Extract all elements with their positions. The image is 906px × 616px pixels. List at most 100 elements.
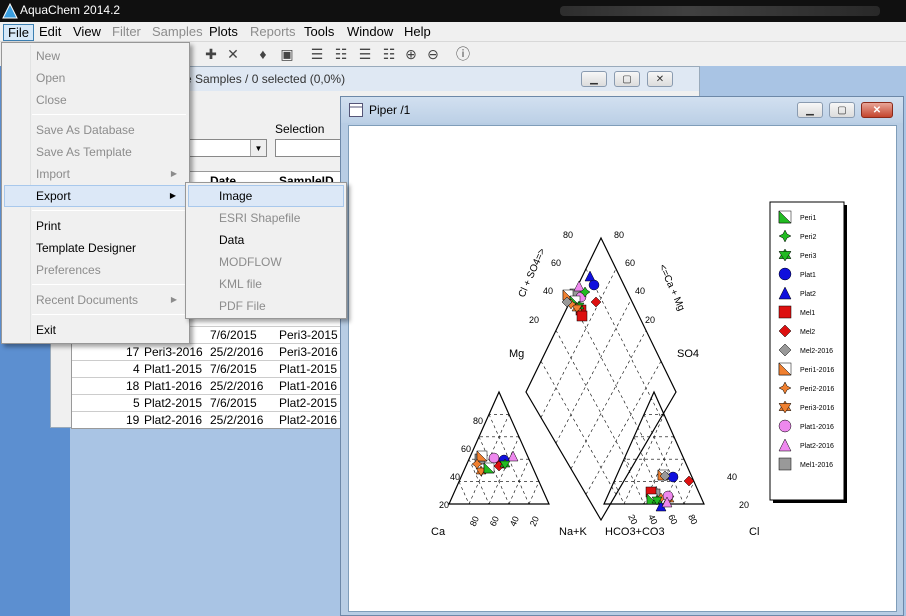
chevron-down-icon[interactable]: ▼ xyxy=(250,140,266,156)
label-hco3: HCO3+CO3 xyxy=(605,526,665,538)
diamond-tick: 20 xyxy=(529,315,539,325)
anion-tick: 40 xyxy=(646,513,659,526)
table-row[interactable]: 18 Plat1-2016 25/2/2016 Plat1-2016 xyxy=(72,377,340,394)
maximize-button[interactable]: ▢ xyxy=(614,71,640,87)
menu-help[interactable]: Help xyxy=(400,24,435,41)
row-name: Plat1-2015 xyxy=(144,362,203,376)
piper-plot-canvas: Mg SO4 Ca Na+K HCO3+CO3 Cl Cl + SO4=> <=Ca + Mg… xyxy=(348,125,897,612)
table-row[interactable]: 4 Plat1-2015 7/6/2015 Plat1-2015 xyxy=(72,360,340,377)
selection-field[interactable] xyxy=(275,139,345,157)
close-button[interactable]: ✕ xyxy=(647,71,673,87)
submenu-item-data[interactable]: Data xyxy=(188,229,344,251)
diamond-gridline xyxy=(585,268,662,418)
menu-item-exit[interactable]: Exit xyxy=(4,319,187,341)
label-cl: Cl xyxy=(749,526,759,538)
menu-separator xyxy=(32,284,186,285)
close-button[interactable]: ✕ xyxy=(861,102,893,118)
submenu-item-modflow[interactable]: MODFLOW xyxy=(188,251,344,273)
maximize-button[interactable]: ▢ xyxy=(829,102,855,118)
diamond-tick: 40 xyxy=(635,286,645,296)
menu-filter[interactable]: Filter xyxy=(108,24,145,41)
row-sampleid: Peri3-2015 xyxy=(279,328,338,342)
diamond-tick: 20 xyxy=(645,315,655,325)
menu-view[interactable]: View xyxy=(69,24,105,41)
anion-tick: 20 xyxy=(739,500,749,510)
cation-gridline xyxy=(458,481,470,505)
file-menu: New Open Close Save As Database Save As … xyxy=(1,42,190,344)
diamond-tick: 80 xyxy=(563,230,573,240)
diamond-tick: 40 xyxy=(543,286,553,296)
submenu-item-image[interactable]: Image xyxy=(188,185,344,207)
cation-tick: 80 xyxy=(473,416,483,426)
table-row[interactable]: 5 Plat2-2015 7/6/2015 Plat2-2015 xyxy=(72,394,340,411)
menu-item-print[interactable]: Print xyxy=(4,215,187,237)
menu-item-export[interactable]: Export ▶ xyxy=(4,185,187,207)
cation-tick: 40 xyxy=(450,472,460,482)
menu-edit[interactable]: Edit xyxy=(35,24,65,41)
marker-mel2 xyxy=(590,296,602,308)
menu-item-import-label: Import xyxy=(36,167,71,181)
row-date: 7/6/2015 xyxy=(210,362,257,376)
app-icon xyxy=(2,3,18,19)
menu-item-new[interactable]: New xyxy=(4,45,187,67)
marker-plat1 xyxy=(667,471,679,483)
zoom-in-icon[interactable]: ⊕ xyxy=(402,45,420,63)
delete-icon[interactable]: ✕ xyxy=(224,45,242,63)
cation-tick: 60 xyxy=(488,515,501,528)
zoom-out-icon[interactable]: ⊖ xyxy=(424,45,442,63)
menu-item-save-as-database[interactable]: Save As Database xyxy=(4,119,187,141)
find-icon[interactable]: ♦ xyxy=(254,45,272,63)
cation-tick: 60 xyxy=(461,444,471,454)
menu-file[interactable]: File xyxy=(3,24,34,41)
submenu-item-pdf-file[interactable]: PDF File xyxy=(188,295,344,317)
label-nak: Na+K xyxy=(559,526,587,538)
table-view2-icon[interactable]: ☷ xyxy=(332,45,350,63)
legend-label-plat1: Plat1 xyxy=(800,272,816,279)
legend-label-peri2: Peri2 xyxy=(800,234,816,241)
legend-label-mel1: Mel1 xyxy=(800,310,815,317)
minimize-button[interactable]: ▁ xyxy=(581,71,607,87)
label-ca-mg: <=Ca + Mg xyxy=(656,263,686,313)
menu-samples[interactable]: Samples xyxy=(148,24,207,41)
diamond-tick: 60 xyxy=(551,258,561,268)
diamond-gridline xyxy=(555,330,632,469)
menu-tools[interactable]: Tools xyxy=(300,24,338,41)
menu-item-open[interactable]: Open xyxy=(4,67,187,89)
row-number: 5 xyxy=(133,396,140,410)
menu-item-save-as-template[interactable]: Save As Template xyxy=(4,141,187,163)
menu-window[interactable]: Window xyxy=(343,24,397,41)
menu-item-template-designer[interactable]: Template Designer xyxy=(4,237,187,259)
row-sampleid: Plat2-2016 xyxy=(279,413,338,427)
table-view3-icon[interactable]: ☰ xyxy=(356,45,374,63)
submenu-item-esri-shapefile[interactable]: ESRI Shapefile xyxy=(188,207,344,229)
menu-item-import[interactable]: Import ▶ xyxy=(4,163,187,185)
export-doc-icon[interactable]: ▣ xyxy=(278,45,296,63)
cation-gridline xyxy=(528,481,540,505)
row-sampleid: Peri3-2016 xyxy=(279,345,338,359)
legend-label-peri1-2016: Peri1-2016 xyxy=(800,367,834,374)
samples-window-title: e Samples / 0 selected (0,0%) xyxy=(185,72,346,86)
table-row[interactable]: 17 Peri3-2016 25/2/2016 Peri3-2016 xyxy=(72,343,340,360)
export-submenu: Image ESRI Shapefile Data MODFLOW KML fi… xyxy=(185,182,347,319)
menu-item-preferences[interactable]: Preferences xyxy=(4,259,187,281)
row-number: 18 xyxy=(126,379,140,393)
menu-item-close[interactable]: Close xyxy=(4,89,187,111)
anion-tick: 80 xyxy=(686,513,699,526)
marker-plat2-2016 xyxy=(573,280,585,292)
table-row[interactable]: 19 Plat2-2016 25/2/2016 Plat2-2016 xyxy=(72,411,340,428)
submenu-item-kml-file[interactable]: KML file xyxy=(188,273,344,295)
table-view4-icon[interactable]: ☷ xyxy=(380,45,398,63)
menu-item-recent-documents[interactable]: Recent Documents ▶ xyxy=(4,289,187,311)
row-name: Plat2-2016 xyxy=(144,413,203,427)
menu-plots[interactable]: Plots xyxy=(205,24,242,41)
menu-reports[interactable]: Reports xyxy=(246,24,300,41)
minimize-button[interactable]: ▁ xyxy=(797,102,823,118)
filter-combo[interactable]: ▼ xyxy=(181,139,267,157)
row-date: 7/6/2015 xyxy=(210,328,257,342)
anion-gridline xyxy=(613,481,625,505)
app-titlebar: AquaChem 2014.2 xyxy=(0,0,906,22)
info-icon[interactable]: ⓘ xyxy=(454,45,472,63)
row-date: 25/2/2016 xyxy=(210,379,264,393)
add-icon[interactable]: ✚ xyxy=(202,45,220,63)
table-view-icon[interactable]: ☰ xyxy=(308,45,326,63)
